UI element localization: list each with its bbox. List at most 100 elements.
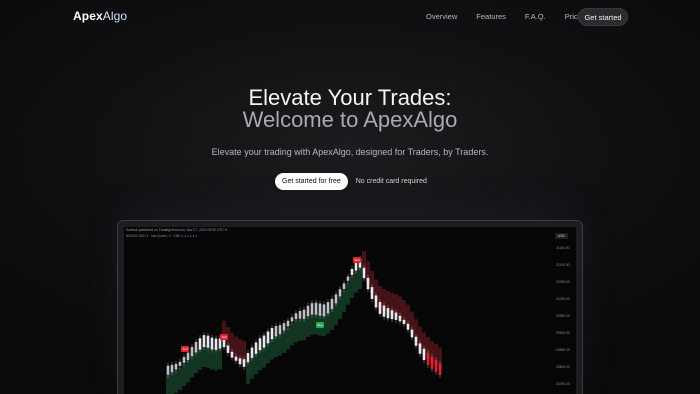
candle-body [434, 360, 438, 372]
candle-body [170, 364, 174, 373]
candle-body [198, 338, 202, 350]
candle-body [210, 337, 214, 350]
candle-body [418, 343, 422, 354]
trend-band-segment [282, 330, 286, 353]
trend-band-segment [294, 320, 298, 343]
candle-body [386, 308, 390, 319]
candle-body [306, 305, 310, 317]
candle-body [166, 365, 170, 375]
candle-body [242, 359, 246, 367]
signal-label: Buy [317, 323, 323, 327]
candle-body [402, 319, 406, 325]
logo-text-bold: Apex [73, 9, 103, 23]
candle-body [202, 335, 206, 347]
trend-band-segment [174, 370, 178, 393]
candle-body [206, 335, 210, 348]
candle-body [270, 327, 274, 340]
candle-body [414, 336, 418, 346]
candle-body [342, 283, 346, 290]
candle-body [390, 310, 394, 320]
candle-body [382, 305, 386, 317]
candle-body [266, 331, 270, 344]
trend-band-segment [342, 290, 346, 313]
candle-body [438, 363, 442, 376]
candle-body [258, 338, 262, 351]
candle-body [234, 356, 238, 361]
price-axis-label: 21100.00 [556, 263, 570, 267]
candle-body [238, 358, 242, 365]
candle-body [350, 268, 354, 275]
candle-body [426, 353, 430, 365]
candle-body [346, 276, 350, 281]
price-axis-label: 20800.00 [556, 365, 570, 369]
candle-body [354, 262, 358, 271]
candle-body [174, 363, 178, 370]
trend-band-segment [338, 296, 342, 319]
hero-subtitle: Elevate your trading with ApexAlgo, desi… [211, 147, 489, 157]
nav-link-faq[interactable]: F.A.Q. [525, 12, 546, 21]
candle-body [310, 303, 314, 315]
trend-band-segment [286, 327, 290, 350]
trend-band-segment [178, 367, 182, 390]
candle-body [362, 267, 366, 279]
trend-band-segment [182, 363, 186, 386]
candle-body [398, 315, 402, 322]
candle-body [282, 323, 286, 331]
trend-bands [166, 251, 442, 394]
price-axis-label: 21150.00 [556, 246, 570, 250]
candlestick-chart: Sell Sell Buy Sell 21150.00 21100.00 21050.00… [166, 246, 570, 394]
price-axis-label: 20950.00 [556, 314, 570, 318]
candle-body [326, 302, 330, 314]
candle-body [422, 348, 426, 361]
trend-band-segment [346, 282, 350, 305]
candle-body [250, 347, 254, 358]
hero-cta-row: Get started for free No credit card requ… [275, 173, 427, 190]
candle-body [334, 294, 338, 304]
chart-preview-screen: Surface published on TradingView.com, No… [124, 227, 576, 394]
candle-body [330, 298, 334, 310]
candle-body [374, 295, 378, 308]
candle-body [290, 317, 294, 322]
candle-body [182, 357, 186, 363]
candle-body [314, 302, 318, 315]
price-axis-label: 20850.00 [556, 348, 570, 352]
candle-body [298, 311, 302, 319]
get-started-button[interactable]: Get started [578, 8, 628, 26]
price-axis-label: 20900.00 [556, 331, 570, 335]
price-axis-label: 20750.00 [556, 382, 570, 386]
logo[interactable]: ApexAlgo [73, 9, 127, 23]
nav-link-overview[interactable]: Overview [426, 12, 457, 21]
candle-body [406, 323, 410, 330]
trend-band-segment [354, 270, 358, 293]
no-credit-card-note: No credit card required [355, 178, 427, 185]
candle-body [322, 304, 326, 317]
candle-body [186, 352, 190, 361]
candle-body [370, 287, 374, 299]
get-started-free-button[interactable]: Get started for free [275, 173, 348, 190]
trend-band-segment [170, 372, 174, 394]
candle-body [274, 326, 278, 337]
signal-label: Sell [182, 347, 187, 351]
candle-body [294, 313, 298, 320]
nav-link-features[interactable]: Features [476, 12, 506, 21]
trend-band-segment [186, 360, 190, 383]
trend-band-segment [290, 323, 294, 346]
candle-body [226, 345, 230, 353]
signal-label: Sell [221, 335, 226, 339]
candle-body [318, 303, 322, 316]
candle-body [302, 309, 306, 319]
hero-title-line2: Welcome to ApexAlgo [242, 107, 458, 132]
trend-band-segment [298, 318, 302, 341]
signal-label: Sell [354, 258, 359, 262]
candle-body [430, 356, 434, 369]
candle-body [178, 361, 182, 366]
candle-body [394, 312, 398, 320]
candle-body [254, 342, 258, 354]
top-nav: ApexAlgo Overview Features F.A.Q. Pricin… [0, 0, 700, 34]
candle-body [262, 335, 266, 348]
price-axis: 21150.00 21100.00 21050.00 21000.00 20950.00… [556, 246, 570, 386]
candle-body [410, 329, 414, 338]
candle-body [214, 338, 218, 350]
logo-text-light: Algo [102, 9, 128, 23]
candle-body [338, 289, 342, 297]
